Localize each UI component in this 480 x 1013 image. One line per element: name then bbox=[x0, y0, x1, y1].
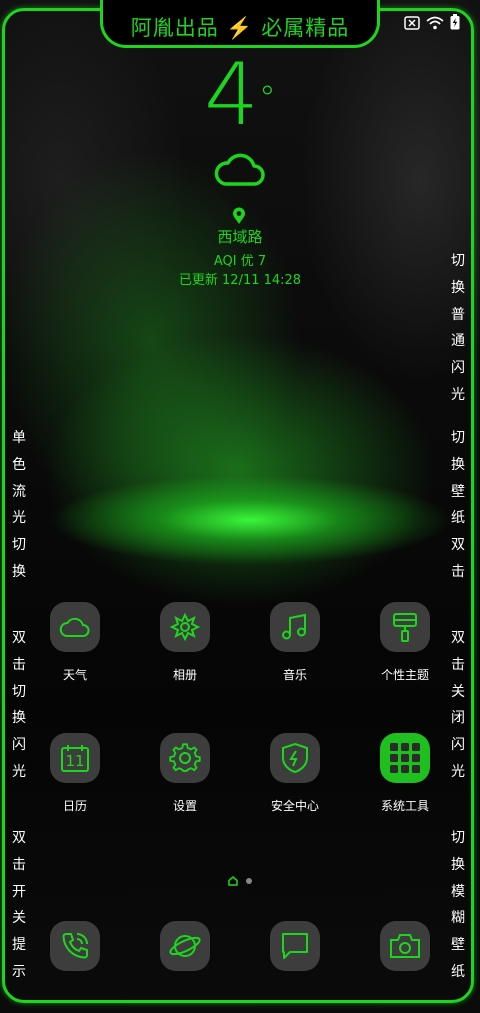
notch-title: 阿胤出品 ⚡ 必属精品 bbox=[130, 16, 350, 40]
home-page-icon bbox=[228, 871, 238, 890]
camera-icon bbox=[380, 921, 430, 971]
app-label: 个性主题 bbox=[380, 668, 429, 682]
app-calendar[interactable]: 11 日历 bbox=[20, 733, 130, 814]
home-screen: 阿胤出品 ⚡ 必属精品 4° 西域路 AQI 优 7 已更新 12/11 14:… bbox=[0, 0, 480, 1013]
dock-camera[interactable] bbox=[350, 921, 460, 971]
tools-grid-icon bbox=[380, 733, 430, 783]
flower-icon bbox=[160, 602, 210, 652]
side-text-left-1[interactable]: 单色流光切换 bbox=[9, 425, 29, 586]
calendar-day: 11 bbox=[65, 752, 85, 770]
side-text-right-2[interactable]: 切换壁纸双击 bbox=[448, 425, 468, 586]
app-themes[interactable]: 个性主题 bbox=[350, 602, 460, 683]
battery-charging-icon bbox=[450, 14, 460, 34]
app-label: 日历 bbox=[62, 799, 87, 813]
paint-brush-icon bbox=[380, 602, 430, 652]
phone-icon bbox=[50, 921, 100, 971]
app-system-tools[interactable]: 系统工具 bbox=[350, 733, 460, 814]
cloud-icon bbox=[214, 150, 266, 192]
side-text-right-1[interactable]: 切换普通闪光 bbox=[448, 248, 468, 409]
sim-x-icon bbox=[404, 15, 420, 34]
app-weather[interactable]: 天气 bbox=[20, 602, 130, 683]
app-settings[interactable]: 设置 bbox=[130, 733, 240, 814]
app-music[interactable]: 音乐 bbox=[240, 602, 350, 683]
wifi-icon bbox=[426, 15, 444, 34]
app-security[interactable]: 安全中心 bbox=[240, 733, 350, 814]
updated-time: 已更新 12/11 14:28 bbox=[178, 273, 302, 288]
location-name: 西域路 bbox=[217, 228, 263, 246]
dock-messages[interactable] bbox=[240, 921, 350, 971]
app-label: 安全中心 bbox=[270, 799, 319, 813]
page-dot bbox=[246, 877, 252, 884]
temperature-value: 4 bbox=[204, 45, 259, 145]
aqi-text: AQI 优 7 bbox=[213, 254, 267, 269]
degree-symbol: ° bbox=[258, 79, 276, 119]
app-label: 相册 bbox=[172, 668, 197, 682]
dock-browser[interactable] bbox=[130, 921, 240, 971]
calendar-icon: 11 bbox=[50, 733, 100, 783]
app-label: 音乐 bbox=[282, 668, 307, 682]
message-icon bbox=[270, 921, 320, 971]
cloud-icon bbox=[50, 602, 100, 652]
page-indicator[interactable] bbox=[228, 871, 252, 890]
app-label: 天气 bbox=[62, 668, 87, 682]
app-label: 设置 bbox=[172, 799, 197, 813]
status-bar bbox=[404, 14, 460, 34]
temperature[interactable]: 4° bbox=[0, 52, 480, 142]
app-gallery[interactable]: 相册 bbox=[130, 602, 240, 683]
dock-phone[interactable] bbox=[20, 921, 130, 971]
music-note-icon bbox=[270, 602, 320, 652]
shield-icon bbox=[270, 733, 320, 783]
app-label: 系统工具 bbox=[380, 799, 429, 813]
browser-planet-icon bbox=[160, 921, 210, 971]
gear-icon bbox=[160, 733, 210, 783]
